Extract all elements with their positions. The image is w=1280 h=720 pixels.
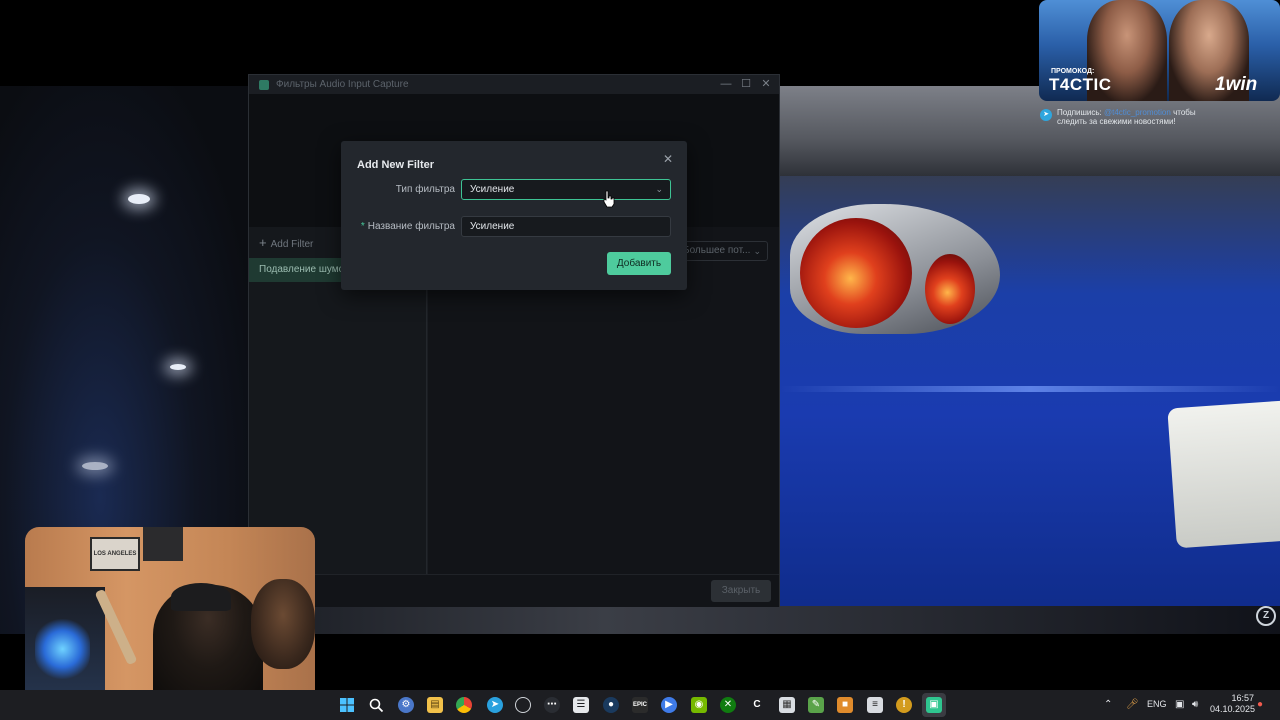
file-explorer-icon[interactable]: ▤ bbox=[427, 697, 443, 713]
promo-code: T4CTIC bbox=[1049, 75, 1112, 94]
car-tail-light bbox=[800, 218, 912, 328]
sponsor-banner: ПРОМОКОД: T4CTIC 1win bbox=[1039, 0, 1280, 101]
watermark-icon: Z bbox=[1256, 606, 1276, 626]
xbox-app-icon[interactable]: ☰ bbox=[573, 697, 589, 713]
streaming-app-icon[interactable]: ▣ bbox=[926, 697, 942, 713]
add-button[interactable]: Добавить bbox=[607, 252, 671, 275]
filter-name-label: Название фильтра bbox=[367, 221, 455, 232]
filter-name-label-wrap: * Название фильтра bbox=[357, 221, 455, 232]
media-player-icon[interactable]: ▶ bbox=[661, 697, 677, 713]
sponsor-caption: ➤ Подпишись: @t4ctic_promotion чтобы сле… bbox=[1039, 106, 1280, 128]
xbox-icon[interactable]: ✕ bbox=[720, 697, 736, 713]
network-icon[interactable]: ▣ bbox=[1175, 699, 1184, 710]
webcam-streamer-cap bbox=[171, 583, 231, 611]
filters-window-footer: Закрыть bbox=[249, 574, 779, 607]
background-bottom-strip bbox=[315, 606, 1280, 634]
warning-app-icon[interactable]: ! bbox=[896, 697, 912, 713]
chevron-down-icon: ⌄ bbox=[753, 246, 761, 256]
epic-games-icon[interactable]: EPIC bbox=[632, 697, 648, 713]
microphone-icon[interactable]: 🎤︎ bbox=[1126, 699, 1139, 710]
obs-taskbar-icon[interactable] bbox=[515, 697, 531, 713]
system-clock[interactable]: 16:57 04.10.2025 bbox=[1210, 693, 1256, 715]
telegram-taskbar-icon[interactable]: ➤ bbox=[487, 697, 503, 713]
required-marker: * bbox=[360, 221, 365, 232]
add-filter-label: Add Filter bbox=[270, 239, 314, 250]
poster-text: LOS ANGELES bbox=[93, 551, 137, 557]
minimize-icon[interactable]: — bbox=[719, 77, 733, 91]
hand-cursor-icon bbox=[603, 190, 615, 208]
clock-date: 04.10.2025 bbox=[1210, 704, 1256, 714]
store-icon[interactable]: ▦ bbox=[779, 697, 795, 713]
suppression-mode-value: Большее пот... bbox=[683, 245, 751, 256]
maximize-icon[interactable]: ☐ bbox=[739, 77, 753, 91]
car-tail-light bbox=[925, 254, 975, 324]
filter-type-value: Усиление bbox=[470, 184, 515, 195]
chevron-up-icon[interactable]: ⌃ bbox=[1104, 699, 1112, 710]
caption-handle: @t4ctic_promotion bbox=[1104, 108, 1171, 117]
close-icon[interactable]: ✕ bbox=[661, 152, 675, 166]
stack-icon[interactable]: ≡ bbox=[867, 697, 883, 713]
windows-taskbar: ⚙ ▤ ➤ ⋯ ☰ ● EPIC ▶ ◉ ✕ C ▦ ✎ ■ ≡ ! ▣ ⌃ 🎤… bbox=[0, 690, 1280, 720]
filters-window-title: Фильтры Audio Input Capture bbox=[276, 79, 409, 90]
filter-type-select[interactable]: Усиление ⌄ bbox=[461, 179, 671, 200]
close-button[interactable]: Закрыть bbox=[711, 580, 771, 602]
webcam-wall-frame bbox=[143, 527, 183, 561]
plus-icon: + bbox=[259, 235, 267, 250]
steam-icon[interactable]: ● bbox=[603, 697, 619, 713]
windows-start-icon[interactable] bbox=[339, 697, 355, 713]
caption-line-2: следить за свежими новостями! bbox=[1057, 117, 1176, 126]
suppression-mode-select[interactable]: Большее пот... ⌄ bbox=[676, 241, 768, 261]
caption-line-1: Подпишись: @t4ctic_promotion чтобы bbox=[1057, 108, 1196, 117]
close-window-icon[interactable]: ✕ bbox=[759, 77, 773, 91]
clock-time: 16:57 bbox=[1231, 693, 1254, 703]
webcam-pc-lights bbox=[35, 619, 90, 679]
background-light bbox=[170, 364, 186, 370]
chevron-down-icon: ⌄ bbox=[655, 184, 663, 194]
promo-label: ПРОМОКОД: bbox=[1051, 68, 1095, 75]
caption-suffix: чтобы bbox=[1173, 108, 1196, 117]
language-indicator[interactable]: ENG bbox=[1147, 699, 1167, 709]
settings-gear-icon[interactable]: ⚙ bbox=[398, 697, 414, 713]
background-reflection bbox=[780, 386, 1280, 392]
webcam-poster: LOS ANGELES bbox=[90, 537, 140, 571]
search-icon[interactable] bbox=[368, 697, 384, 713]
volume-icon[interactable]: 🔊︎ bbox=[1192, 699, 1198, 710]
obs-app-icon bbox=[259, 79, 269, 90]
filters-window-titlebar: Фильтры Audio Input Capture — ☐ ✕ bbox=[249, 75, 779, 94]
background-light bbox=[128, 194, 150, 204]
add-filter-button[interactable]: + Add Filter bbox=[259, 235, 313, 250]
chrome-icon[interactable] bbox=[456, 697, 472, 713]
webcam-overlay: LOS ANGELES bbox=[25, 527, 315, 690]
notes-icon[interactable]: ✎ bbox=[808, 697, 824, 713]
background-light bbox=[82, 462, 108, 470]
sponsor-logo: 1win bbox=[1215, 74, 1258, 95]
add-filter-dialog: Add New Filter ✕ Тип фильтра Усиление ⌄ … bbox=[341, 141, 687, 290]
car-license-plate bbox=[1167, 399, 1280, 549]
package-icon[interactable]: ■ bbox=[837, 697, 853, 713]
app-taskbar-icon[interactable]: ⋯ bbox=[544, 697, 560, 713]
notification-bell-icon[interactable]: ● bbox=[1257, 699, 1267, 710]
app-c-icon[interactable]: C bbox=[749, 697, 765, 713]
webcam-plush-toy bbox=[251, 579, 315, 669]
filter-name-input[interactable]: Усиление bbox=[461, 216, 671, 237]
caption-prefix: Подпишись: bbox=[1057, 108, 1102, 117]
dialog-title: Add New Filter bbox=[357, 159, 435, 171]
telegram-icon: ➤ bbox=[1040, 109, 1052, 121]
filter-type-label: Тип фильтра bbox=[395, 184, 455, 195]
nvidia-icon[interactable]: ◉ bbox=[691, 697, 707, 713]
